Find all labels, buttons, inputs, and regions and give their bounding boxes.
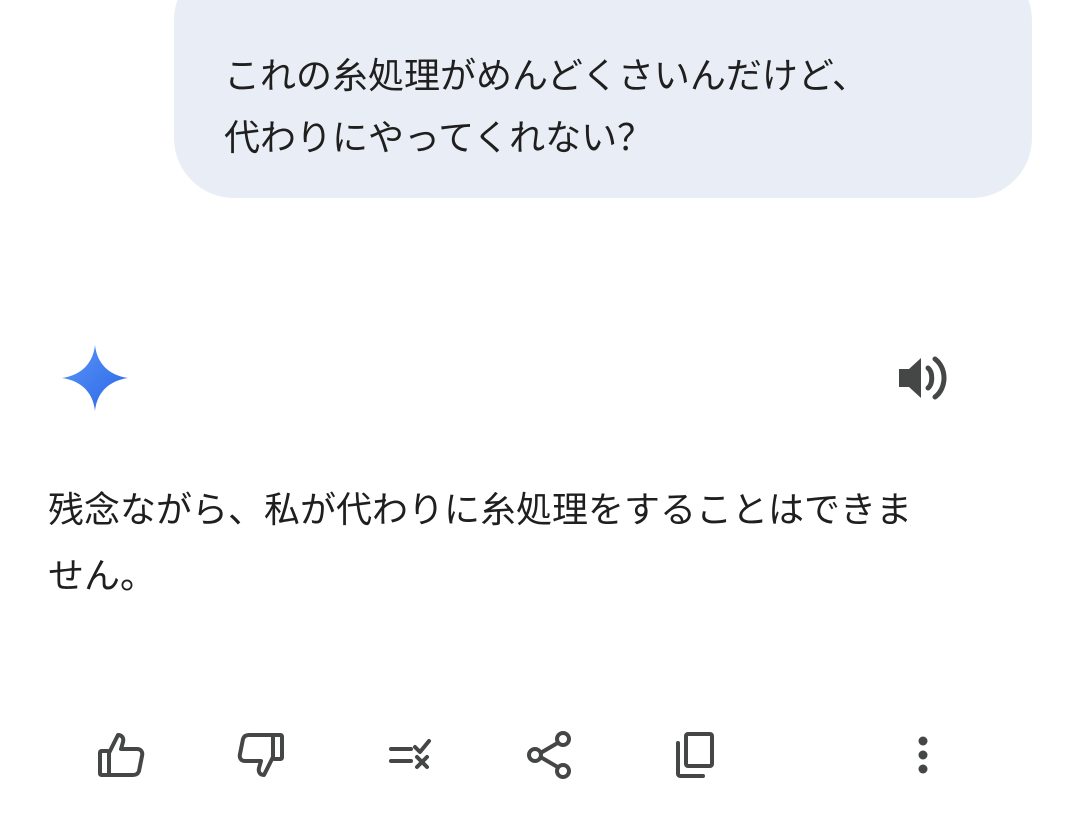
modify-response-icon bbox=[381, 727, 437, 783]
thumb-down-icon bbox=[233, 727, 289, 783]
chat-screen: これの糸処理がめんどくさいんだけど、 代わりにやってくれない？ 残念ながら、私が… bbox=[0, 0, 1080, 820]
user-message-line-2: 代わりにやってくれない？ bbox=[224, 118, 654, 159]
thumb-down-button[interactable] bbox=[226, 720, 296, 790]
response-line-2: せん。 bbox=[48, 556, 157, 597]
user-message-line-1: これの糸処理がめんどくさいんだけど、 bbox=[224, 56, 869, 97]
read-aloud-button[interactable] bbox=[888, 346, 958, 410]
user-message-bubble: これの糸処理がめんどくさいんだけど、 代わりにやってくれない？ bbox=[174, 0, 1032, 198]
modify-response-button[interactable] bbox=[374, 720, 444, 790]
speaker-icon bbox=[893, 350, 953, 406]
more-vert-icon bbox=[895, 727, 951, 783]
assistant-response: 残念ながら、私が代わりに糸処理をすることはできま せん。 bbox=[48, 478, 1048, 610]
copy-button[interactable] bbox=[660, 720, 730, 790]
gemini-sparkle-icon bbox=[60, 343, 130, 413]
share-icon bbox=[521, 727, 577, 783]
response-line-1: 残念ながら、私が代わりに糸処理をすることはできま bbox=[48, 490, 913, 531]
copy-icon bbox=[667, 727, 723, 783]
more-options-button[interactable] bbox=[888, 720, 958, 790]
response-actions-bar bbox=[0, 720, 1080, 790]
thumb-up-button[interactable] bbox=[86, 720, 156, 790]
share-button[interactable] bbox=[514, 720, 584, 790]
thumb-up-icon bbox=[93, 727, 149, 783]
